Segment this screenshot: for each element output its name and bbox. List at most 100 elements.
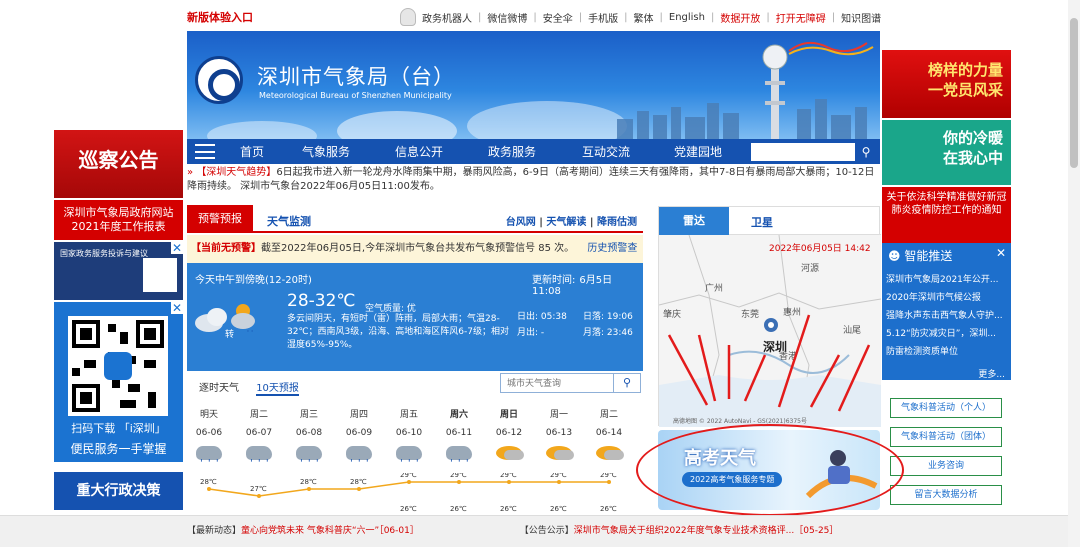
nav-item-services[interactable]: 气象服务 bbox=[302, 143, 350, 160]
menu-icon[interactable] bbox=[195, 144, 215, 159]
tab-monitor[interactable]: 天气监测 bbox=[267, 213, 311, 229]
push-item[interactable]: 深圳市气象局2021年公开... bbox=[886, 271, 1010, 289]
close-icon[interactable]: ✕ bbox=[171, 242, 183, 254]
temperature-label: 29℃ bbox=[400, 473, 417, 479]
push-item[interactable]: 防雷检测资质单位 bbox=[886, 343, 1010, 361]
business-consult-button[interactable]: 业务咨询 bbox=[890, 456, 1002, 476]
temperature-label: 29℃ bbox=[550, 473, 567, 479]
forecast-day: 周二 06-07 bbox=[239, 407, 279, 469]
robot-icon[interactable] bbox=[400, 8, 416, 26]
cloudy-icon: ' ' bbox=[195, 304, 255, 337]
temperature-point bbox=[457, 480, 461, 484]
top-link-umbrella[interactable]: 安全伞 bbox=[543, 10, 573, 25]
push-item[interactable]: 2020年深圳市气候公报 bbox=[886, 289, 1010, 307]
weather-trend-ticker[interactable]: » 【深圳天气趋势】6日起我市进入新一轮龙舟水降雨集中期，暴雨风险高，6-9日（… bbox=[187, 166, 880, 202]
tab-hourly[interactable]: 逐时天气 bbox=[199, 383, 239, 394]
radar-city-label: 广州 bbox=[705, 282, 723, 294]
temperature-label: 28℃ bbox=[350, 478, 367, 486]
news-link[interactable]: 童心向党筑未来 气象科普庆“六一”［06-01］ bbox=[241, 526, 419, 536]
radar-city-label: 东莞 bbox=[741, 308, 759, 320]
rain-icon bbox=[296, 446, 322, 469]
top-link-robot[interactable]: 政务机器人 bbox=[422, 10, 472, 25]
sunset-time: 19:06 bbox=[606, 312, 633, 322]
sunset-label: 日落: bbox=[583, 312, 605, 322]
forecast-date: 06-14 bbox=[595, 428, 623, 438]
temperature-point bbox=[557, 480, 561, 484]
message-analysis-button[interactable]: 留言大数据分析 bbox=[890, 485, 1002, 505]
city-search-input[interactable] bbox=[500, 373, 614, 393]
science-activity-group-button[interactable]: 气象科普活动（团体） bbox=[890, 427, 1002, 447]
nav-item-interaction[interactable]: 互动交流 bbox=[582, 143, 630, 160]
rain-estimate-link[interactable]: 降雨估测 bbox=[597, 217, 637, 228]
temperature-label: 29℃ bbox=[450, 473, 467, 479]
forecast-date: 06-06 bbox=[195, 428, 223, 438]
close-icon[interactable]: ✕ bbox=[995, 247, 1007, 259]
gov-qr-icon bbox=[143, 258, 177, 292]
push-item[interactable]: 5.12“防灾减灾日”，深圳... bbox=[886, 325, 1010, 343]
ishenzhen-app-ad[interactable]: ✕ 扫码下载 「i深圳」 便民服务一手掌握 bbox=[54, 302, 183, 462]
annual-report-ad[interactable]: 深圳市气象局政府网站2021年度工作报表 bbox=[54, 200, 183, 240]
top-link-mobile[interactable]: 手机版 bbox=[588, 10, 618, 25]
close-icon[interactable]: ✕ bbox=[171, 302, 183, 314]
forecast-day: 周五 06-10 bbox=[389, 407, 429, 469]
temperature-label: 28℃ bbox=[300, 478, 317, 486]
forecast-date: 06-13 bbox=[545, 428, 573, 438]
top-link-traditional[interactable]: 繁体 bbox=[634, 10, 654, 25]
search-icon[interactable]: ⚲ bbox=[613, 373, 641, 393]
inspection-notice-ad[interactable]: 巡察公告 bbox=[54, 130, 183, 198]
forecast-day-label: 周四 bbox=[349, 410, 368, 420]
science-activity-personal-button[interactable]: 气象科普活动（个人） bbox=[890, 398, 1002, 418]
top-link-knowledge-graph[interactable]: 知识图谱 bbox=[841, 10, 881, 25]
covid-notice-ad[interactable]: 关于依法科学精准做好新冠肺炎疫情防控工作的通知 bbox=[882, 187, 1011, 243]
smart-push-panel: ☻ 智能推送 ✕ 深圳市气象局2021年公开... 2020年深圳市气候公报 强… bbox=[882, 243, 1011, 380]
side-button-group: 气象科普活动（个人） 气象科普活动（团体） 业务咨询 留言大数据分析 bbox=[882, 392, 1011, 512]
warning-panel: 预警预报 天气监测 台风网 | 天气解读 | 降雨估测 【当前无预警】截至202… bbox=[187, 205, 643, 371]
notice-link[interactable]: 深圳市气象局关于组织2022年度气象专业技术资格评...［05-25］ bbox=[574, 526, 839, 536]
forecast-day-label: 周三 bbox=[299, 410, 318, 420]
notice-tag: 【公告公示】 bbox=[519, 526, 574, 536]
temperature-point bbox=[607, 480, 611, 484]
top-link-english[interactable]: English bbox=[669, 12, 705, 23]
radar-map[interactable]: 河源 广州 东莞 惠州 深圳 汕尾 肇庆 香港 2022年06月05日 14:4… bbox=[659, 235, 881, 427]
moonset-label: 月落: bbox=[583, 328, 605, 338]
tab-warning[interactable]: 预警预报 bbox=[187, 205, 253, 233]
tab-radar[interactable]: 雷达 bbox=[659, 207, 729, 235]
warning-status-text: 截至2022年06月05日,今年深圳市气象台共发布气象预警信号 85 次。 bbox=[261, 243, 575, 254]
party-ad-line1: 榜样的力量 bbox=[927, 61, 1003, 79]
tab-satellite[interactable]: 卫星 bbox=[751, 214, 773, 230]
moonrise-time: - bbox=[540, 328, 545, 338]
push-more-link[interactable]: 更多... bbox=[978, 367, 1005, 380]
top-link-accessibility[interactable]: 打开无障碍 bbox=[776, 10, 826, 25]
inspection-notice-label: 巡察公告 bbox=[78, 148, 159, 172]
forecast-date: 06-09 bbox=[345, 428, 373, 438]
typhoon-link[interactable]: 台风网 bbox=[506, 217, 536, 228]
nav-item-party[interactable]: 党建园地 bbox=[674, 143, 722, 160]
turn-label: 转 bbox=[225, 330, 235, 340]
top-link-wechat[interactable]: 微信微博 bbox=[487, 10, 527, 25]
warmth-ad[interactable]: 你的冷暖 在我心中 bbox=[882, 120, 1011, 185]
scrollbar-thumb[interactable] bbox=[1070, 18, 1078, 168]
top-link-open-data[interactable]: 数据开放 bbox=[720, 10, 760, 25]
weather-analysis-link[interactable]: 天气解读 bbox=[546, 217, 586, 228]
qr-subcaption: 便民服务一手掌握 bbox=[70, 442, 167, 456]
party-role-model-ad[interactable]: 榜样的力量 一党员风采 bbox=[882, 50, 1011, 118]
page-scrollbar[interactable] bbox=[1068, 0, 1080, 547]
nav-item-info[interactable]: 信息公开 bbox=[395, 143, 443, 160]
temperature-point bbox=[207, 487, 211, 491]
gov-complaint-ad[interactable]: 国家政务服务投诉与建议 ✕ bbox=[54, 242, 183, 300]
push-item[interactable]: 强降水声东击西气象人守护... bbox=[886, 307, 1010, 325]
forecast-day-label: 周二 bbox=[249, 410, 268, 420]
news-tag: 【最新动态】 bbox=[187, 526, 242, 536]
forecast-day: 周一 06-13 bbox=[539, 407, 579, 460]
nav-item-home[interactable]: 首页 bbox=[240, 143, 264, 160]
tab-ten-day[interactable]: 10天预报 bbox=[256, 383, 299, 396]
search-icon[interactable]: ⚲ bbox=[855, 143, 877, 161]
major-decision-ad[interactable]: 重大行政决策 bbox=[54, 472, 183, 510]
radar-city-label: 汕尾 bbox=[843, 325, 861, 336]
radar-timestamp: 2022年06月05日 14:42 bbox=[769, 242, 871, 254]
nav-search-input[interactable] bbox=[751, 143, 855, 161]
new-version-link[interactable]: 新版体验入口 bbox=[187, 9, 253, 25]
bureau-logo-icon[interactable] bbox=[195, 56, 243, 104]
radar-map-canvas: 河源 广州 东莞 惠州 深圳 汕尾 肇庆 香港 2022年06月05日 14:4… bbox=[659, 235, 881, 427]
nav-item-gov-services[interactable]: 政务服务 bbox=[488, 143, 536, 160]
